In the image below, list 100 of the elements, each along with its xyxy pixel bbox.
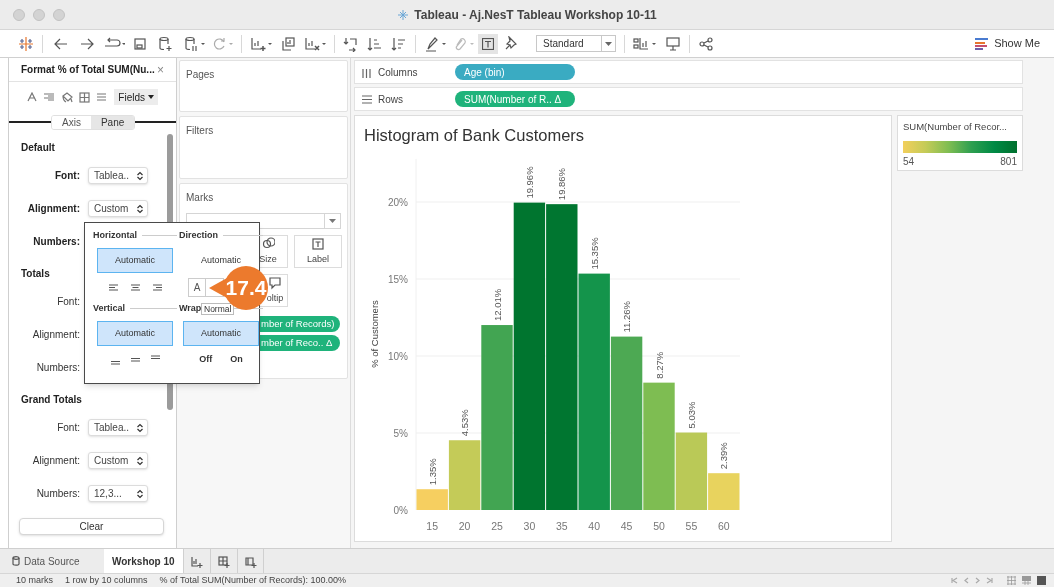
tooltip-icon	[268, 275, 282, 290]
share-icon[interactable]	[698, 35, 714, 52]
alignment-option[interactable]: Automatic	[97, 321, 173, 346]
bar-value-label: 8.27%	[653, 351, 665, 379]
wrap-option[interactable]: On	[230, 352, 243, 367]
axis-tick-label: 55	[685, 520, 698, 532]
axis-tick-label: 35	[555, 520, 568, 532]
columns-shelf-icon	[361, 66, 372, 78]
filmstrip-view-icon[interactable]	[1022, 576, 1031, 585]
select-field[interactable]: Custom	[88, 200, 148, 217]
new-story-icon[interactable]	[243, 554, 257, 568]
section-heading: Grand Totals	[21, 392, 82, 407]
axis-tick-label: 15%	[388, 274, 408, 285]
borders-icon[interactable]	[79, 91, 90, 103]
direction-button[interactable]: A	[188, 278, 206, 297]
axis-tick-label: 20%	[388, 197, 408, 208]
field-label: Numbers:	[36, 362, 80, 373]
tableau-logo-icon[interactable]	[18, 35, 34, 52]
align-left-icon[interactable]	[108, 284, 118, 291]
show-me-button[interactable]: Show Me	[975, 35, 1040, 52]
align-center-icon[interactable]	[130, 284, 140, 291]
rows-shelf-icon	[361, 93, 372, 105]
pane-title: Format % of Total SUM(Nu...	[21, 63, 155, 77]
alignment-option[interactable]: Automatic	[97, 248, 173, 273]
duplicate-sheet-icon[interactable]	[280, 35, 296, 52]
stepper-icon	[137, 455, 143, 466]
sheet-tab[interactable]: Workshop 10	[104, 549, 183, 573]
tooltip: Normal	[201, 303, 235, 315]
card-title: Filters	[186, 125, 214, 136]
show-labels-button[interactable]	[478, 33, 498, 54]
legend-min: 54	[903, 155, 915, 170]
field-label: Numbers:	[33, 236, 80, 247]
sort-descending-icon[interactable]	[391, 35, 407, 52]
alignment-option[interactable]: Automatic	[183, 321, 259, 346]
status-text: 10 marks	[16, 573, 53, 587]
histogram-bar[interactable]	[513, 202, 546, 510]
view-cards-icon[interactable]	[633, 35, 657, 52]
paint-bucket-icon[interactable]	[61, 91, 73, 103]
status-text: 1 row by 10 columns	[65, 573, 148, 587]
card-title: Marks	[186, 192, 214, 203]
shelf-label: Columns	[378, 65, 418, 80]
axis-tick-label: 40	[588, 520, 601, 532]
select-field[interactable]: 12,3...	[88, 485, 148, 502]
axis-title: % of Customers	[369, 300, 380, 368]
pause-data-source-icon[interactable]	[183, 35, 205, 52]
show-me-icon	[975, 37, 990, 50]
stepper-icon	[137, 422, 143, 433]
caret-icon	[329, 219, 336, 223]
font-icon[interactable]	[27, 92, 37, 102]
legend-max: 801	[1000, 155, 1017, 170]
format-tab[interactable]: Pane	[90, 115, 135, 129]
align-right-icon[interactable]	[152, 284, 162, 291]
pin-icon[interactable]	[504, 35, 518, 52]
select-field[interactable]: Custom	[88, 452, 148, 469]
new-worksheet-icon[interactable]	[190, 554, 204, 568]
bar-value-label: 19.86%	[556, 167, 568, 201]
axis-tick-label: 20	[458, 520, 471, 532]
fit-dropdown[interactable]: Standard	[536, 35, 616, 52]
caret-icon	[605, 41, 612, 46]
select-field[interactable]: Tablea..	[88, 167, 148, 184]
add-data-source-icon[interactable]	[157, 35, 173, 52]
save-icon[interactable]	[133, 35, 147, 52]
chart-title: Histogram of Bank Customers	[364, 126, 585, 144]
new-dashboard-icon[interactable]	[217, 554, 231, 568]
refresh-icon[interactable]	[211, 35, 233, 52]
close-button[interactable]: ×	[157, 60, 164, 79]
axis-tick-label: 5%	[393, 428, 408, 439]
histogram-bar[interactable]	[546, 204, 578, 510]
wrap-option[interactable]: Off	[199, 352, 213, 367]
highlighter-icon[interactable]	[424, 35, 446, 52]
grid-view-icon[interactable]	[1007, 576, 1016, 585]
field-label: Alignment:	[32, 455, 80, 466]
group-heading: Horizontal	[93, 228, 137, 242]
card-title: Pages	[186, 69, 215, 80]
caret-icon	[148, 95, 154, 99]
histogram-bar[interactable]	[610, 336, 643, 510]
stepper-icon	[137, 488, 143, 499]
window-title: Tableau - Aj.NesT Tableau Workshop 10-11	[414, 7, 657, 24]
size-icon	[261, 236, 275, 251]
axis-tick-label: 15	[426, 520, 439, 532]
database-icon	[12, 556, 20, 566]
stepper-icon	[137, 203, 143, 214]
new-worksheet-icon[interactable]	[250, 35, 272, 52]
shelf-label: Rows	[378, 92, 403, 107]
field-label: Font:	[57, 296, 80, 307]
data-source-tab[interactable]: Data Source	[0, 549, 104, 573]
clear-button[interactable]: Clear	[19, 518, 164, 535]
swap-axes-icon[interactable]	[343, 35, 359, 52]
bar-value-label: 2.39%	[718, 442, 730, 470]
sort-ascending-icon[interactable]	[367, 35, 383, 52]
select-field[interactable]: Tablea..	[88, 419, 148, 436]
stepper-icon	[137, 170, 143, 181]
fields-dropdown[interactable]: Fields	[114, 89, 158, 105]
text-label-icon	[482, 37, 494, 50]
bar-value-label: 15.35%	[588, 237, 600, 270]
mark-card-button[interactable]: Label	[294, 235, 342, 268]
clear-sheet-icon[interactable]	[304, 35, 326, 52]
presentation-icon[interactable]	[665, 35, 681, 52]
section-heading: Default	[21, 140, 55, 155]
bar-value-label: 19.96%	[523, 166, 535, 199]
